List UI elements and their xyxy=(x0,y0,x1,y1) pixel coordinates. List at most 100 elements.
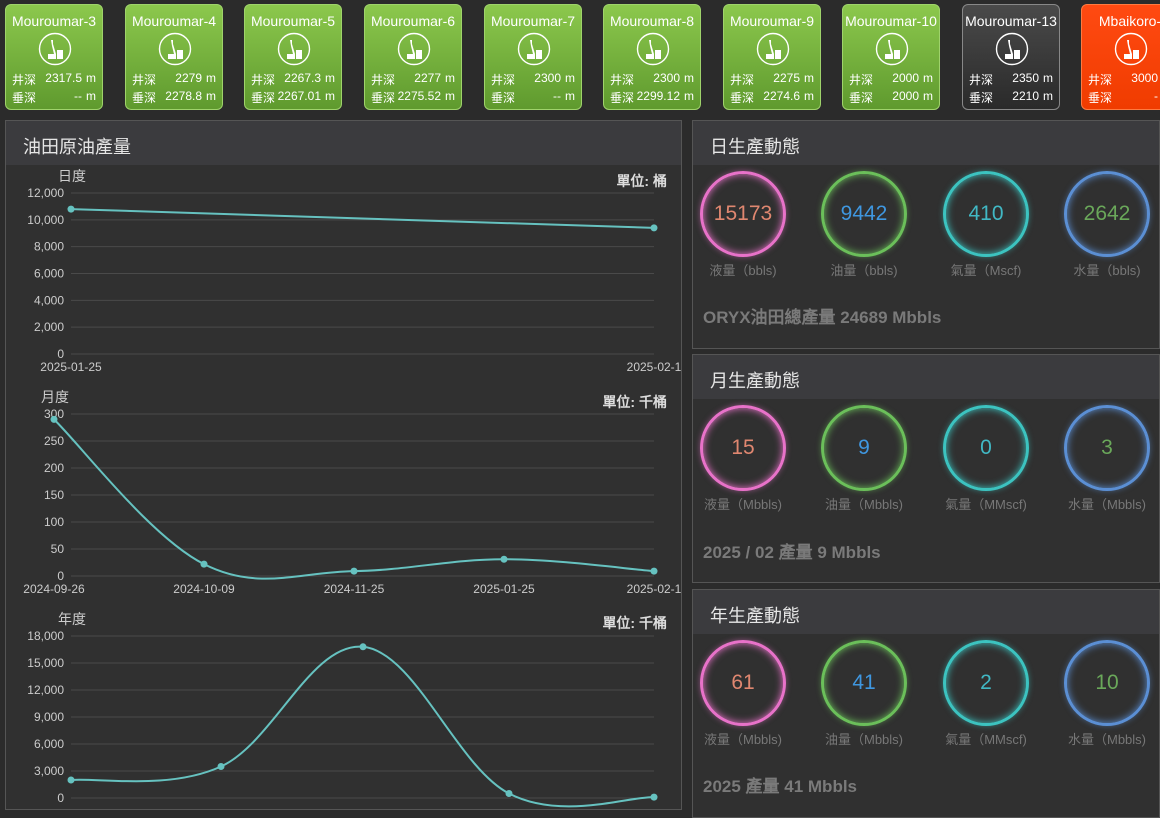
gas-stat-circle: 0 xyxy=(943,405,1029,491)
chart-period-title: 年度 xyxy=(58,611,86,627)
series-line xyxy=(70,208,655,229)
y-tick-label: 0 xyxy=(57,791,64,805)
well-depth-label: 井深 xyxy=(12,73,37,87)
panel-header: 月生產動態 xyxy=(693,355,1159,399)
y-tick-label: 0 xyxy=(57,347,64,361)
data-point xyxy=(650,224,658,232)
liquid-stat-circle: 15173 xyxy=(700,171,786,257)
well-depth-value: 2267.3 xyxy=(284,71,321,85)
well-depth-unit: m xyxy=(445,71,455,85)
chart-period-title: 日度 xyxy=(58,168,86,184)
well-card[interactable]: Mouroumar-7 井深 2300 m 垂深 -- m xyxy=(484,4,582,110)
well-depth-value: 2277 xyxy=(414,71,441,85)
vertical-depth-value: 2278.8 xyxy=(165,89,202,103)
vertical-depth-label: 垂深 xyxy=(132,91,157,105)
well-depth-value: 2317.5 xyxy=(45,71,82,85)
x-tick-label: 2024-09-26 xyxy=(23,582,85,596)
vertical-depth-unit: m xyxy=(804,89,814,103)
data-point xyxy=(359,643,367,651)
data-point xyxy=(217,763,225,770)
gas-stat-value: 0 xyxy=(980,436,992,459)
water-stat-value: 3 xyxy=(1101,436,1113,459)
y-tick-label: 200 xyxy=(44,461,64,475)
pump-jack-icon xyxy=(517,32,551,66)
water-stat-label: 水量（bbls) xyxy=(1073,263,1141,278)
chart-unit-label: 單位: 桶 xyxy=(616,173,667,189)
vertical-depth-label: 垂深 xyxy=(12,91,37,105)
oil-stat-label: 油量（Mbbls) xyxy=(824,732,903,747)
well-card[interactable]: Mouroumar-4 井深 2279 m 垂深 2278.8 m xyxy=(125,4,223,110)
data-point xyxy=(50,415,58,423)
well-card[interactable]: Mbaikoro-井深3000m垂深-m xyxy=(1081,4,1160,110)
x-tick-label: 2025-01-25 xyxy=(40,360,102,374)
data-point xyxy=(350,567,358,575)
liquid-stat-circle: 15 xyxy=(700,405,786,491)
well-name: Mouroumar-4 xyxy=(131,13,217,29)
vertical-depth-unit: m xyxy=(684,89,694,103)
gas-stat-circle: 410 xyxy=(943,171,1029,257)
vertical-depth-unit: m xyxy=(86,89,96,103)
pump-jack-icon xyxy=(636,32,670,66)
oilfield-production-panel: 油田原油產量 12,000 10,000 8,000 6,000 4,000 2,000 0… xyxy=(5,120,682,810)
vertical-depth-value: - xyxy=(1154,89,1158,103)
y-tick-label: 250 xyxy=(44,434,64,448)
well-card[interactable]: Mouroumar-10 井深 2000 m 垂深 2000 m xyxy=(842,4,940,110)
vertical-depth-label: 垂深 xyxy=(371,91,396,105)
liquid-stat-value: 15173 xyxy=(713,202,773,225)
well-card[interactable]: Mouroumar-13 井深 2350 m 垂深 2210 m xyxy=(962,4,1060,110)
vertical-depth-label: 垂深 xyxy=(849,91,874,105)
well-name: Mouroumar-9 xyxy=(729,13,815,29)
x-tick-label: 2025-02-1 xyxy=(627,582,681,596)
well-card[interactable]: Mouroumar-8 井深 2300 m 垂深 2299.12 m xyxy=(603,4,701,110)
well-depth-label: 井深 xyxy=(610,73,635,87)
well-card[interactable]: Mouroumar-6 井深 2277 m 垂深 2275.52 m xyxy=(364,4,462,110)
well-depth-label: 井深 xyxy=(730,73,755,87)
y-tick-label: 10,000 xyxy=(27,213,64,227)
liquid-stat-circle: 61 xyxy=(700,640,786,726)
well-card[interactable]: Mouroumar-3 井深 2317.5 m 垂深 -- m xyxy=(5,4,103,110)
y-tick-label: 6,000 xyxy=(34,267,64,281)
total-production-text: 2025 / 02 產量 9 Mbbls xyxy=(703,543,881,562)
water-stat-value: 10 xyxy=(1095,671,1119,694)
pump-jack-icon xyxy=(277,32,311,66)
pump-jack-icon xyxy=(756,32,790,66)
series-line xyxy=(70,645,655,808)
well-depth-unit: m xyxy=(1043,71,1053,85)
pump-jack-icon xyxy=(158,32,192,66)
vertical-depth-label: 垂深 xyxy=(610,91,635,105)
gas-stat-value: 2 xyxy=(980,671,992,694)
chart-unit-label: 單位: 千桶 xyxy=(602,394,667,410)
vertical-depth-label: 垂深 xyxy=(491,91,516,105)
panel-header: 油田原油產量 xyxy=(6,121,681,165)
yearly-production-panel: 年生產動態 61 液量（Mbbls) 41 油量（Mbbls) 2 氣量（MMscf) 10… xyxy=(692,589,1160,818)
liquid-stat-label: 液量（Mbbls) xyxy=(703,497,782,512)
vertical-depth-unit: m xyxy=(923,89,933,103)
series-line xyxy=(53,418,655,580)
pump-jack-icon xyxy=(875,32,909,66)
well-card[interactable]: Mouroumar-5 井深 2267.3 m 垂深 2267.01 m xyxy=(244,4,342,110)
y-tick-label: 3,000 xyxy=(34,764,64,778)
well-name: Mouroumar-7 xyxy=(490,13,576,29)
well-name: Mouroumar-6 xyxy=(370,13,456,29)
oil-stat-circle: 9 xyxy=(821,405,907,491)
oil-stat-circle: 9442 xyxy=(821,171,907,257)
data-point xyxy=(650,793,658,801)
total-production-text: ORYX油田總產量 24689 Mbbls xyxy=(703,308,942,327)
vertical-depth-value: 2274.6 xyxy=(763,89,800,103)
well-depth-unit: m xyxy=(804,71,814,85)
well-depth-value: 2279 xyxy=(175,71,202,85)
vertical-depth-value: 2267.01 xyxy=(277,89,321,103)
data-point xyxy=(500,555,508,563)
well-name: Mouroumar-3 xyxy=(11,13,97,29)
well-depth-unit: m xyxy=(86,71,96,85)
x-tick-label: 2024-11-25 xyxy=(324,582,385,596)
production-charts: 12,000 10,000 8,000 6,000 4,000 2,000 0 日度 單位: 桶… xyxy=(23,168,681,808)
y-tick-label: 2,000 xyxy=(34,320,64,334)
y-tick-label: 6,000 xyxy=(34,737,64,751)
liquid-stat-label: 液量（bbls) xyxy=(709,263,777,278)
well-depth-unit: m xyxy=(565,71,575,85)
y-tick-label: 8,000 xyxy=(34,240,64,254)
pump-jack-icon xyxy=(1114,32,1148,66)
oil-stat-value: 41 xyxy=(852,671,876,694)
well-card[interactable]: Mouroumar-9 井深 2275 m 垂深 2274.6 m xyxy=(723,4,821,110)
